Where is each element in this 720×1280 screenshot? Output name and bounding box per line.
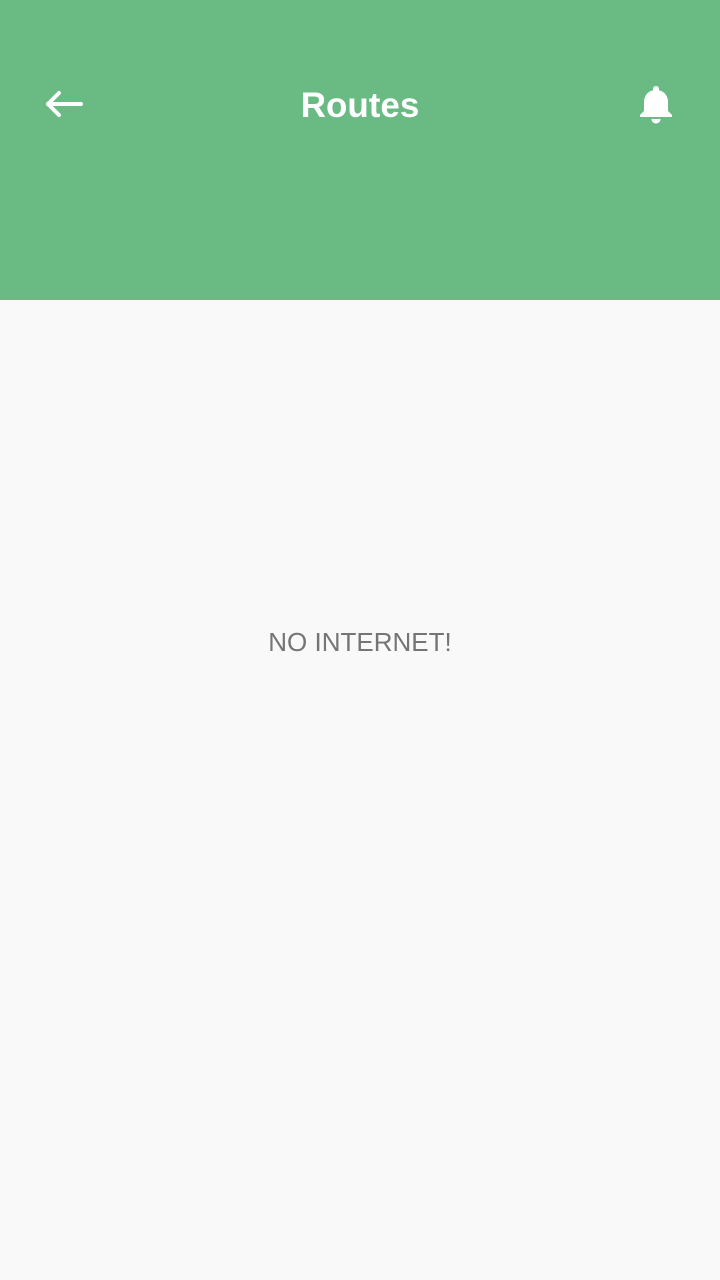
page-title: Routes — [300, 86, 420, 125]
notifications-button[interactable] — [624, 74, 688, 138]
app-bar: Routes — [0, 0, 720, 300]
arrow-left-icon — [44, 90, 84, 123]
content-area: NO INTERNET! — [0, 300, 720, 1280]
bell-icon — [638, 83, 674, 130]
no-internet-message: NO INTERNET! — [268, 627, 452, 657]
routes-screen: Routes NO INTERNET! — [0, 0, 720, 1280]
back-button[interactable] — [32, 74, 96, 138]
